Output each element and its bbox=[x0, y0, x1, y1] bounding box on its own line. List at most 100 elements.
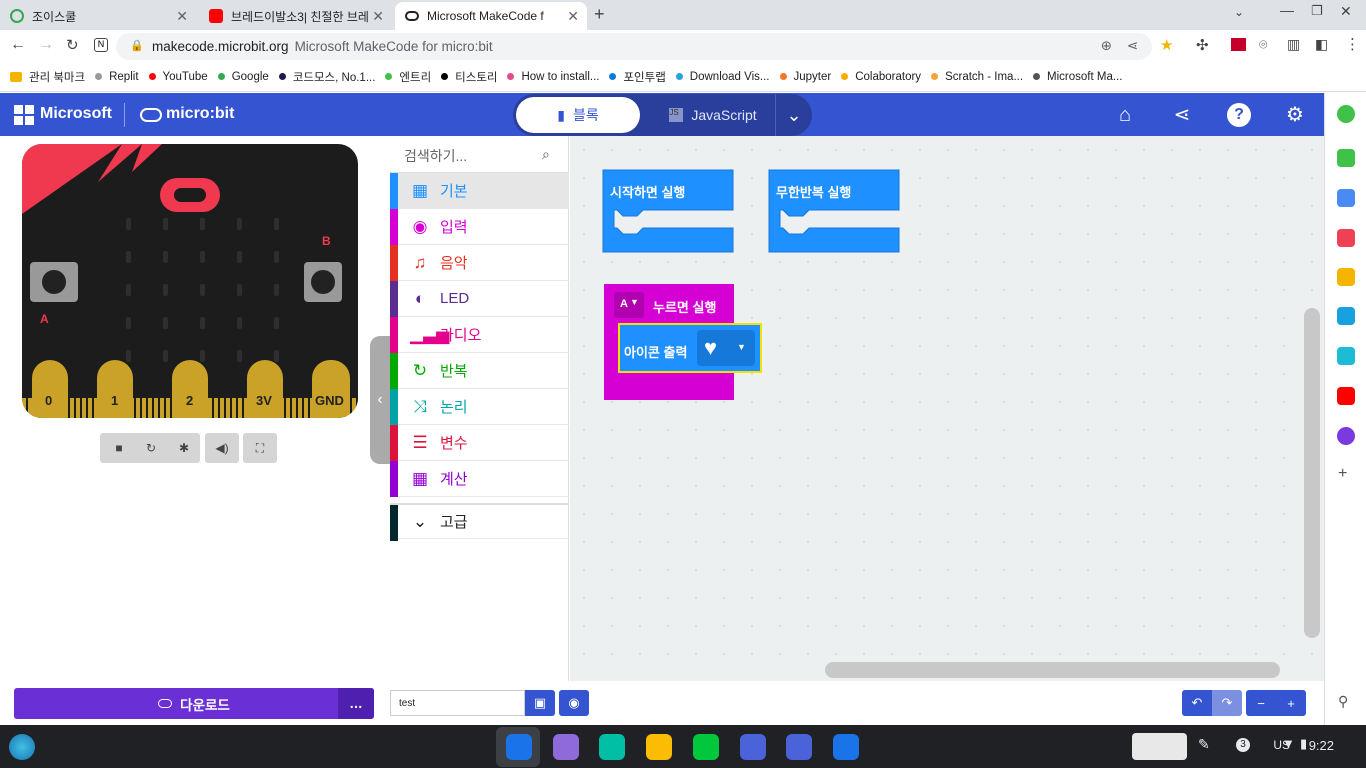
fullscreen-icon[interactable]: ⛶ bbox=[243, 433, 277, 463]
bookmark-item[interactable]: 포인투랩 bbox=[609, 69, 666, 85]
pin-0[interactable] bbox=[32, 360, 68, 418]
battery-icon[interactable]: ▮ bbox=[1300, 736, 1307, 752]
back-icon[interactable]: ← bbox=[10, 36, 26, 54]
debug-icon[interactable]: ✱ bbox=[167, 433, 201, 463]
app-shortcut-icon[interactable] bbox=[1337, 268, 1355, 286]
blocks-workspace[interactable]: 시작하면 실행 무한반복 실행 A ▼ 누르면 실행 아이콘 출력 ♥ ▼ bbox=[570, 136, 1324, 681]
reading-icon[interactable]: ◧ bbox=[1315, 36, 1328, 53]
stylus-icon[interactable]: ✎ bbox=[1198, 736, 1210, 753]
app-icon[interactable] bbox=[833, 734, 859, 760]
forward-icon[interactable]: → bbox=[38, 36, 54, 54]
tab-2[interactable]: 브레드이발소3| 친절한 브레 ✕ bbox=[199, 2, 392, 30]
on-button-pressed-block[interactable]: 누르면 실행 bbox=[653, 297, 716, 316]
cloud-app-icon[interactable] bbox=[693, 734, 719, 760]
app-shortcut-icon[interactable] bbox=[1337, 427, 1355, 445]
address-bar[interactable]: 🔒 makecode.microbit.org Microsoft MakeCo… bbox=[116, 33, 1152, 60]
bookmark-item[interactable]: Colaboratory bbox=[841, 71, 921, 83]
button-b[interactable] bbox=[304, 262, 342, 302]
app-shortcut-icon[interactable] bbox=[1337, 307, 1355, 325]
microbit-brand[interactable]: micro:bit bbox=[166, 105, 234, 123]
chevron-down-icon[interactable]: ▼ bbox=[737, 342, 746, 352]
category-6[interactable]: ↻ 반복 bbox=[390, 353, 569, 389]
stop-icon[interactable]: ■ bbox=[102, 433, 136, 463]
classroom-icon[interactable] bbox=[740, 734, 766, 760]
bookmark-item[interactable]: 티스토리 bbox=[441, 69, 497, 85]
app-shortcut-icon[interactable] bbox=[1337, 189, 1355, 207]
button-dropdown[interactable]: A bbox=[620, 298, 628, 310]
pin-3v[interactable] bbox=[247, 360, 283, 418]
category-7[interactable]: ⤨ 논리 bbox=[390, 389, 569, 425]
pin-2[interactable] bbox=[172, 360, 208, 418]
home-icon[interactable]: ⌂ bbox=[1113, 103, 1137, 127]
search-input[interactable]: 검색하기... ⌕ bbox=[390, 136, 569, 173]
close-icon[interactable]: ✕ bbox=[176, 8, 188, 25]
bookmark-item[interactable]: Jupyter bbox=[779, 71, 831, 83]
close-window-icon[interactable]: ✕ bbox=[1340, 3, 1352, 20]
tab-1[interactable]: 조이스쿨 ✕ bbox=[0, 2, 196, 30]
app-shortcut-icon[interactable] bbox=[1337, 229, 1355, 247]
extensions-icon[interactable]: ✣ bbox=[1196, 36, 1209, 54]
zoom-icon[interactable]: ⊕ bbox=[1101, 38, 1112, 54]
add-icon[interactable]: + bbox=[1338, 465, 1347, 483]
close-icon[interactable]: ✕ bbox=[567, 8, 579, 25]
more-icon[interactable]: … bbox=[338, 688, 374, 719]
app-shortcut-icon[interactable] bbox=[1337, 149, 1355, 167]
restore-icon[interactable]: ❐ bbox=[1311, 3, 1323, 19]
horizontal-scrollbar[interactable] bbox=[825, 662, 1280, 678]
bookmark-star-icon[interactable]: ★ bbox=[1160, 36, 1173, 54]
holding-space-icon[interactable] bbox=[1132, 733, 1187, 760]
project-name-input[interactable]: test bbox=[390, 690, 525, 716]
meet-icon[interactable] bbox=[599, 734, 625, 760]
category-9[interactable]: ▦ 계산 bbox=[390, 461, 569, 497]
minimize-icon[interactable]: — bbox=[1280, 2, 1294, 18]
search-icon[interactable]: ⌕ bbox=[542, 146, 550, 163]
zoom-in-icon[interactable]: + bbox=[1276, 690, 1306, 716]
category-3[interactable]: ♫ 음악 bbox=[390, 245, 569, 281]
bookmark-item[interactable]: Scratch - Ima... bbox=[931, 71, 1023, 83]
collapse-simulator-icon[interactable]: ‹ bbox=[370, 336, 390, 464]
language-dropdown-icon[interactable]: ⌄ bbox=[775, 94, 812, 136]
undo-icon[interactable]: ↶ bbox=[1182, 690, 1212, 716]
download-button[interactable]: 다운로드 … bbox=[14, 688, 374, 719]
files-icon[interactable] bbox=[646, 734, 672, 760]
settings-gear-icon[interactable]: ⚙ bbox=[1283, 103, 1307, 127]
button-a[interactable] bbox=[30, 262, 78, 302]
bookmark-item[interactable]: 관리 북마크 bbox=[10, 69, 85, 85]
flag-extension-icon[interactable] bbox=[1231, 38, 1246, 51]
bookmark-item[interactable]: Download Vis... bbox=[675, 71, 770, 83]
on-start-block[interactable]: 시작하면 실행 bbox=[610, 182, 685, 201]
blocks-tab[interactable]: ▮ 블록 bbox=[516, 97, 640, 133]
zoom-out-icon[interactable]: − bbox=[1246, 690, 1276, 716]
category-1[interactable]: ▦ 기본 bbox=[390, 173, 569, 209]
microsoft-brand[interactable]: Microsoft bbox=[40, 105, 112, 123]
pin-gnd[interactable] bbox=[312, 360, 350, 418]
launcher-icon[interactable] bbox=[9, 734, 35, 760]
save-icon[interactable]: ▣ bbox=[525, 690, 555, 716]
bookmark-item[interactable]: How to install... bbox=[507, 71, 599, 83]
tab-3[interactable]: Microsoft MakeCode f ✕ bbox=[395, 2, 587, 30]
javascript-tab[interactable]: JS JavaScript bbox=[653, 97, 773, 133]
pin-icon[interactable]: ⚲ bbox=[1338, 693, 1348, 710]
category-10[interactable]: ⌄ 고급 bbox=[390, 503, 569, 541]
bookmark-item[interactable]: Microsoft Ma... bbox=[1033, 71, 1122, 83]
screenshot-icon[interactable]: ⌾ bbox=[1259, 36, 1267, 53]
clock[interactable]: 9:22 bbox=[1309, 738, 1334, 753]
forever-block[interactable]: 무한반복 실행 bbox=[776, 182, 851, 201]
chevron-down-icon[interactable]: ▼ bbox=[630, 297, 639, 307]
bookmark-item[interactable]: 엔트리 bbox=[385, 69, 431, 85]
menu-icon[interactable]: ⋮ bbox=[1345, 35, 1360, 53]
heart-icon[interactable]: ♥ bbox=[704, 336, 730, 360]
github-icon[interactable]: ◉ bbox=[559, 690, 589, 716]
new-tab-icon[interactable]: + bbox=[594, 4, 605, 25]
bookmark-item[interactable]: 코드모스, No.1... bbox=[278, 69, 375, 85]
show-icon-block[interactable]: 아이콘 출력 bbox=[624, 342, 687, 361]
category-5[interactable]: ▁▃▅ 라디오 bbox=[390, 317, 569, 353]
sidepanel-icon[interactable]: ▥ bbox=[1287, 36, 1300, 53]
youtube-icon[interactable] bbox=[1337, 387, 1355, 405]
pin-1[interactable] bbox=[97, 360, 133, 418]
app-shortcut-icon[interactable] bbox=[1337, 347, 1355, 365]
category-8[interactable]: ☰ 변수 bbox=[390, 425, 569, 461]
close-icon[interactable]: ✕ bbox=[372, 8, 384, 25]
mute-icon[interactable]: ◀) bbox=[205, 433, 239, 463]
category-4[interactable]: ◐ LED bbox=[390, 281, 569, 317]
